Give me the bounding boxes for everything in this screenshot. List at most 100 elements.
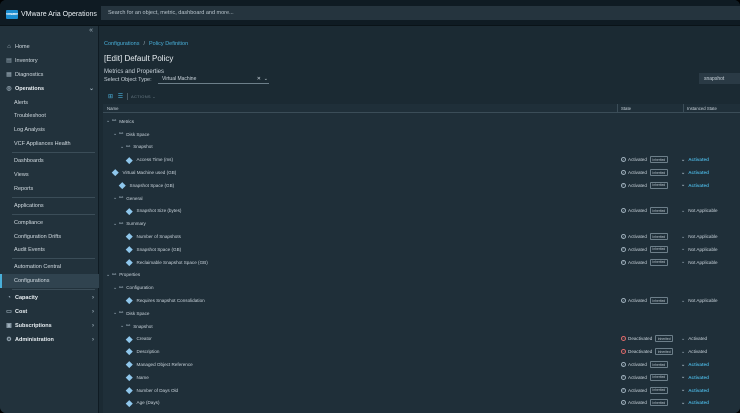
- clear-icon[interactable]: ✕: [257, 76, 261, 82]
- sidebar-item-administration[interactable]: ⚙ Administration ›: [0, 333, 99, 347]
- sidebar-item-vcf-appliances-health[interactable]: VCF Appliances Health: [0, 137, 99, 151]
- instanced-state-cell[interactable]: ⌄ Not Applicable: [681, 234, 718, 240]
- table-row[interactable]: Requires Snapshot Consolidation ✓ Activate…: [103, 294, 740, 307]
- instanced-state-cell[interactable]: ⌄ Not Applicable: [681, 298, 718, 304]
- instanced-state-cell[interactable]: ⌄ Activated: [681, 157, 709, 163]
- tree-group-row[interactable]: ⌄ ⚯ Disk Space: [103, 128, 740, 141]
- sidebar-item-views[interactable]: Views: [0, 168, 99, 182]
- table-row[interactable]: Reclaimable Snapshot Space (GB) ✓ Activate…: [103, 256, 740, 269]
- instanced-state-cell[interactable]: ⌄ Activated: [681, 182, 709, 188]
- state-cell[interactable]: ✓ Activated Inherited: [621, 258, 668, 266]
- sidebar-item-troubleshoot[interactable]: Troubleshoot: [0, 109, 99, 123]
- instanced-state-cell[interactable]: ⌄ Activated: [681, 336, 707, 342]
- chevron-down-icon[interactable]: ⌄: [681, 234, 685, 240]
- instanced-state-cell[interactable]: ⌄ Activated: [681, 400, 709, 406]
- column-name[interactable]: Name: [107, 106, 118, 111]
- tree-group-row[interactable]: ⌄ ⚯ Metrics: [103, 115, 740, 128]
- instanced-state-cell[interactable]: ⌄ Not Applicable: [681, 208, 718, 214]
- instanced-state-cell[interactable]: ⌄ Activated: [681, 349, 707, 355]
- table-row[interactable]: Name ✓ Activated Inherited ⌄ Activated: [103, 371, 740, 384]
- sidebar-item-subscriptions[interactable]: ▣ Subscriptions ›: [0, 319, 99, 333]
- collapse-all-icon[interactable]: ☰: [117, 93, 124, 100]
- actions-button[interactable]: ACTIONS ⌄: [131, 94, 156, 99]
- table-row[interactable]: Description − Deactivated Inherited ⌄ Activat…: [103, 345, 740, 358]
- state-cell[interactable]: ✓ Activated Inherited: [621, 233, 668, 241]
- instanced-state-cell[interactable]: ⌄ Activated: [681, 362, 709, 368]
- breadcrumb-configurations[interactable]: Configurations: [104, 41, 139, 47]
- sidebar-item-applications[interactable]: Applications: [0, 199, 99, 213]
- state-cell[interactable]: ✓ Activated Inherited: [621, 361, 668, 369]
- sidebar-item-automation-central[interactable]: Automation Central: [0, 260, 99, 274]
- chevron-down-icon[interactable]: ⌄: [681, 208, 685, 214]
- state-cell[interactable]: ✓ Activated Inherited: [621, 207, 668, 215]
- sidebar-item-capacity[interactable]: ◔ Capacity ›: [0, 291, 99, 305]
- state-cell[interactable]: ✓ Activated Inherited: [621, 399, 668, 407]
- chevron-down-icon[interactable]: ⌄: [681, 170, 685, 176]
- tree-group-row[interactable]: ⌄ ⚯ Disk Space: [103, 307, 740, 320]
- sidebar-item-log-analysis[interactable]: Log Analysis: [0, 123, 99, 137]
- sidebar-item-compliance[interactable]: Compliance: [0, 216, 99, 230]
- chevron-down-icon[interactable]: ⌄: [264, 76, 268, 82]
- expand-all-icon[interactable]: ⊞: [107, 93, 114, 100]
- sidebar-item-operations[interactable]: ◎ Operations ⌄: [0, 82, 99, 96]
- table-row[interactable]: Managed Object Reference ✓ Activated Inheri…: [103, 358, 740, 371]
- chevron-down-icon[interactable]: ⌄: [681, 246, 685, 252]
- instanced-state-cell[interactable]: ⌄ Activated: [681, 170, 709, 176]
- state-cell[interactable]: ✓ Activated Inherited: [621, 386, 668, 394]
- collapse-sidebar-icon[interactable]: «: [89, 27, 93, 34]
- state-cell[interactable]: − Deactivated Inherited: [621, 348, 674, 356]
- state-cell[interactable]: ✓ Activated Inherited: [621, 373, 668, 381]
- state-cell[interactable]: ✓ Activated Inherited: [621, 156, 668, 164]
- table-row[interactable]: Creator − Deactivated Inherited ⌄ Activated: [103, 333, 740, 346]
- state-cell[interactable]: − Deactivated Inherited: [621, 335, 674, 343]
- instanced-state-cell[interactable]: ⌄ Not Applicable: [681, 259, 718, 265]
- sidebar-item-home[interactable]: ⌂ Home: [0, 40, 99, 54]
- sidebar-item-cost[interactable]: ▭ Cost ›: [0, 305, 99, 319]
- sidebar-item-configuration-drifts[interactable]: Configuration Drifts: [0, 230, 99, 244]
- table-row[interactable]: Snapshot Size (bytes) ✓ Activated Inherited…: [103, 205, 740, 218]
- breadcrumb-policy-definition[interactable]: Policy Definition: [149, 41, 188, 47]
- sidebar-item-diagnostics[interactable]: ▦ Diagnostics: [0, 68, 99, 82]
- chevron-down-icon[interactable]: ⌄: [681, 259, 685, 265]
- chevron-down-icon[interactable]: ⌄: [681, 349, 685, 355]
- state-cell[interactable]: ✓ Activated Inherited: [621, 181, 668, 189]
- column-state[interactable]: State: [621, 106, 631, 111]
- table-row[interactable]: Number of Days Old ✓ Activated Inherited ⌄ Ac…: [103, 384, 740, 397]
- state-cell[interactable]: ✓ Activated Inherited: [621, 169, 668, 177]
- chevron-down-icon[interactable]: ⌄: [681, 374, 685, 380]
- table-row[interactable]: Snapshot Space (GB) ✓ Activated Inherited ⌄ A…: [103, 179, 740, 192]
- chevron-down-icon[interactable]: ⌄: [681, 157, 685, 163]
- filter-box[interactable]: [699, 73, 740, 84]
- global-search[interactable]: [101, 6, 740, 20]
- table-row[interactable]: Access Time (ms) ✓ Activated Inherited ⌄ Acti…: [103, 153, 740, 166]
- instanced-state-cell[interactable]: ⌄ Activated: [681, 387, 709, 393]
- sidebar-item-inventory[interactable]: ▤ Inventory: [0, 54, 99, 68]
- column-instanced-state[interactable]: Instanced State: [687, 106, 717, 111]
- sidebar-item-reports[interactable]: Reports: [0, 182, 99, 196]
- tree-group-row[interactable]: ⌄ ⚯ Snapshot: [103, 320, 740, 333]
- state-cell[interactable]: ✓ Activated Inherited: [621, 245, 668, 253]
- state-cell[interactable]: ✓ Activated Inherited: [621, 297, 668, 305]
- object-type-select[interactable]: Virtual Machine ✕ ⌄: [158, 74, 269, 84]
- tree-group-row[interactable]: ⌄ ⚯ Summary: [103, 217, 740, 230]
- sidebar-item-alerts[interactable]: Alerts: [0, 96, 99, 110]
- filter-input[interactable]: [704, 75, 738, 82]
- tree-group-row[interactable]: ⌄ ⚯ Properties: [103, 269, 740, 282]
- sidebar-item-audit-events[interactable]: Audit Events: [0, 243, 99, 257]
- chevron-down-icon[interactable]: ⌄: [681, 298, 685, 304]
- instanced-state-cell[interactable]: ⌄ Activated: [681, 374, 709, 380]
- chevron-down-icon[interactable]: ⌄: [681, 362, 685, 368]
- chevron-down-icon[interactable]: ⌄: [681, 182, 685, 188]
- table-row[interactable]: Age (Days) ✓ Activated Inherited ⌄ Activated: [103, 397, 740, 410]
- chevron-down-icon[interactable]: ⌄: [681, 400, 685, 406]
- tree-group-row[interactable]: ⌄ ⚯ Configuration: [103, 281, 740, 294]
- tree-group-row[interactable]: ⌄ ⚯ General: [103, 192, 740, 205]
- global-search-input[interactable]: [108, 10, 408, 16]
- table-row[interactable]: Number of Snapshots ✓ Activated Inherited ⌄ N…: [103, 230, 740, 243]
- brand[interactable]: vmware VMware Aria Operations: [6, 8, 97, 20]
- table-row[interactable]: Virtual Machine used (GB) ✓ Activated Inher…: [103, 166, 740, 179]
- instanced-state-cell[interactable]: ⌄ Not Applicable: [681, 246, 718, 252]
- tree-group-row[interactable]: ⌄ ⚯ Snapshot: [103, 141, 740, 154]
- chevron-down-icon[interactable]: ⌄: [681, 336, 685, 342]
- sidebar-item-configurations[interactable]: Configurations: [0, 274, 99, 289]
